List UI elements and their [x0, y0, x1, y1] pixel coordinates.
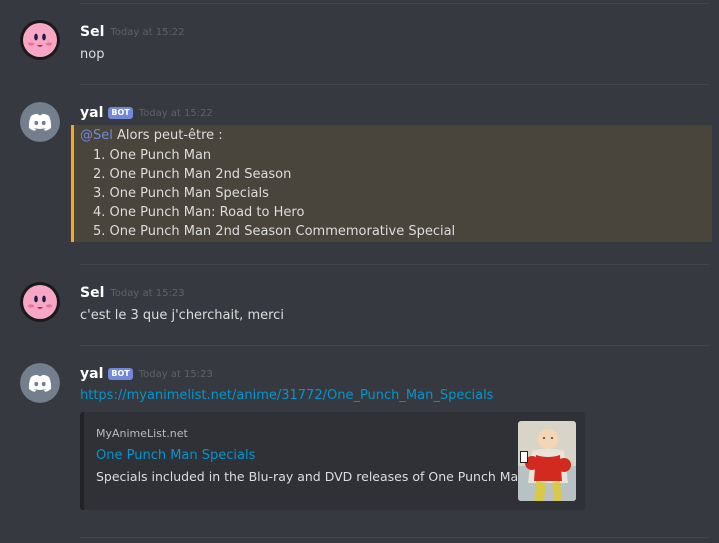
message-divider — [80, 84, 709, 85]
discord-logo-avatar-icon[interactable] — [20, 363, 60, 403]
discord-logo-avatar-icon[interactable] — [20, 102, 60, 142]
list-item: 4. One Punch Man: Road to Hero — [93, 205, 305, 220]
message-divider — [80, 3, 709, 4]
list-item: 5. One Punch Man 2nd Season Commemorativ… — [93, 224, 456, 239]
message-divider — [80, 264, 709, 265]
embed-title-link[interactable]: One Punch Man Specials — [96, 448, 255, 463]
kirby-avatar-icon[interactable] — [20, 20, 60, 60]
message-divider — [80, 345, 709, 346]
link-embed: MyAnimeList.net One Punch Man Specials S… — [80, 412, 585, 510]
timestamp: Today at 15:22 — [138, 107, 213, 119]
list-item: 1. One Punch Man — [93, 148, 212, 163]
timestamp: Today at 15:23 — [138, 368, 213, 380]
list-item: 2. One Punch Man 2nd Season — [93, 167, 292, 182]
bot-tag: BOT — [108, 368, 133, 380]
message-text: c'est le 3 que j'cherchait, merci — [80, 308, 284, 323]
list-item: 3. One Punch Man Specials — [93, 186, 269, 201]
anime-cover-thumbnail[interactable] — [518, 421, 576, 501]
message-link[interactable]: https://myanimelist.net/anime/31772/One_… — [80, 388, 493, 403]
user-mention[interactable]: @Sel — [80, 128, 113, 143]
message-text: nop — [80, 47, 105, 62]
timestamp: Today at 15:22 — [110, 26, 185, 38]
username[interactable]: yal — [80, 105, 103, 121]
message-text: @Sel Alors peut-être : — [80, 128, 223, 143]
embed-description: Specials included in the Blu-ray and DVD… — [96, 469, 531, 484]
username[interactable]: Sel — [80, 285, 104, 301]
username[interactable]: yal — [80, 366, 103, 382]
bot-tag: BOT — [108, 107, 133, 119]
embed-provider[interactable]: MyAnimeList.net — [96, 427, 188, 440]
message-intro: Alors peut-être : — [112, 128, 223, 143]
message-divider — [80, 537, 709, 538]
timestamp: Today at 15:23 — [110, 287, 185, 299]
kirby-avatar-icon[interactable] — [20, 282, 60, 322]
username[interactable]: Sel — [80, 24, 104, 40]
